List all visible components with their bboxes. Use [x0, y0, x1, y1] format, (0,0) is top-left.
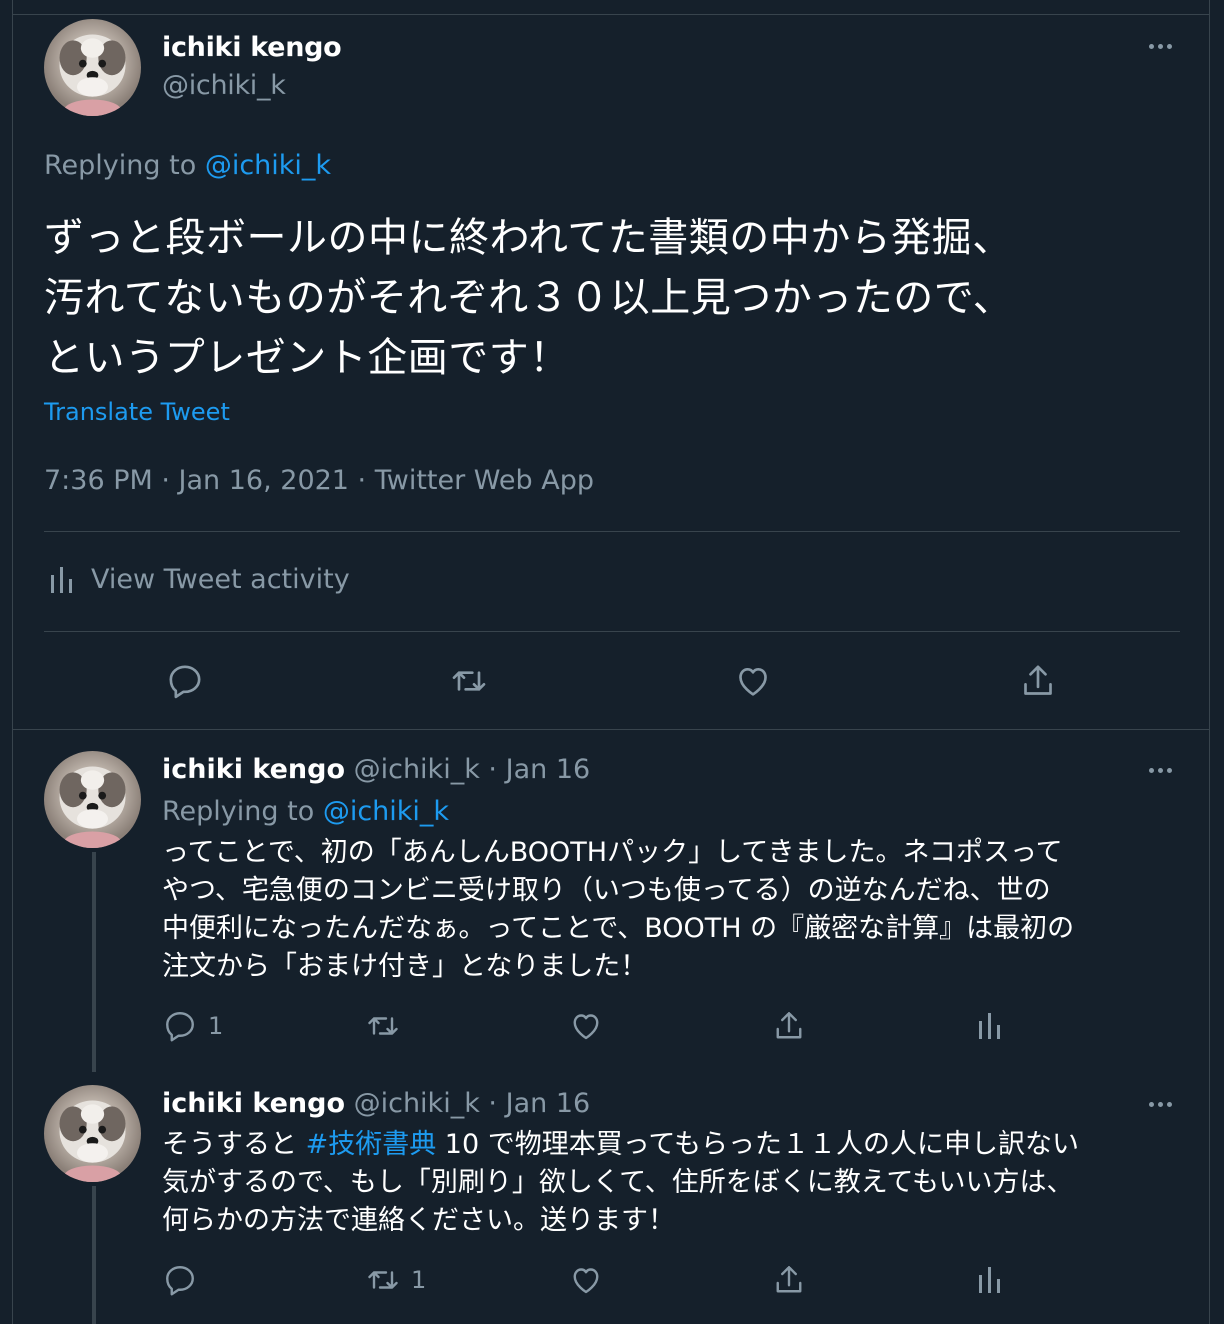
reply-header: ichiki kengo @ichiki_k · Jan 16	[162, 1088, 590, 1119]
replying-to: Replying to @ichiki_k	[44, 150, 331, 181]
reply-text-line: やつ、宅急便のコンビニ受け取り（いつも使ってる）の逆なんだね、世の	[162, 875, 1051, 906]
tweet-date[interactable]: Jan 16	[506, 1088, 591, 1119]
tweet-meta[interactable]: 7:36 PM · Jan 16, 2021 · Twitter Web App	[44, 465, 594, 496]
thread-line	[92, 852, 96, 1072]
divider	[44, 631, 1180, 632]
more-options-button[interactable]	[1143, 36, 1177, 56]
separator: ·	[488, 1088, 498, 1119]
reply-count: 1	[208, 1012, 224, 1040]
reply-text-line: 何らかの方法で連絡ください。送ります！	[162, 1205, 675, 1236]
hashtag-link[interactable]: #技術書典	[306, 1129, 437, 1160]
share-icon	[776, 1266, 802, 1293]
retweet-icon	[368, 1271, 398, 1289]
author-name[interactable]: ichiki kengo	[162, 32, 342, 63]
reply-text-line: そうすると #技術書典 10 で物理本買ってもらった１１人の人に申し訳ない	[162, 1126, 1182, 1164]
tweet-text-line: というプレゼント企画です！	[44, 335, 570, 381]
author-name[interactable]: ichiki kengo	[162, 754, 345, 785]
divider	[44, 531, 1180, 532]
like-button[interactable]	[733, 661, 773, 701]
like-button[interactable]	[568, 1262, 614, 1298]
reply-icon	[169, 665, 201, 699]
replying-to: Replying to @ichiki_k	[162, 796, 449, 827]
avatar[interactable]	[44, 751, 141, 848]
section-divider	[13, 729, 1209, 730]
avatar[interactable]	[44, 1085, 141, 1182]
more-icon	[1148, 43, 1154, 49]
author-handle[interactable]: @ichiki_k	[354, 1088, 480, 1119]
author-handle[interactable]: @ichiki_k	[354, 754, 480, 785]
reply-icon	[166, 1012, 194, 1042]
more-icon	[1148, 767, 1154, 773]
author-name[interactable]: ichiki kengo	[162, 1088, 345, 1119]
analytics-icon	[51, 566, 72, 593]
separator: ·	[488, 754, 498, 785]
replying-label: Replying to	[162, 796, 315, 827]
like-button[interactable]	[568, 1008, 614, 1044]
retweet-count: 1	[411, 1266, 427, 1294]
reply-header: ichiki kengo @ichiki_k · Jan 16	[162, 754, 590, 785]
reply-text: そうすると #技術書典 10 で物理本買ってもらった１１人の人に申し訳ない 気が…	[162, 1126, 1182, 1240]
analytics-button[interactable]	[977, 1264, 1003, 1296]
reply-text-line: 気がするので、もし「別刷り」欲しくて、住所をぼくに教えてもいい方は、	[162, 1167, 1074, 1198]
share-icon	[776, 1012, 802, 1039]
thread-line	[92, 1186, 96, 1324]
replying-handle-link[interactable]: @ichiki_k	[205, 150, 331, 181]
reply-text: ってことで、初の「あんしんBOOTHパック」してきました。ネコポスって やつ、宅…	[162, 834, 1182, 986]
share-button[interactable]	[771, 1008, 807, 1044]
tweet-date[interactable]: Jan 16	[506, 754, 591, 785]
tweet-text-line: 汚れてないものがそれぞれ３０以上見つかったので、	[44, 275, 1014, 321]
reply-text-segment: 10 で物理本買ってもらった１１人の人に申し訳ない	[436, 1129, 1080, 1160]
timeline-column: ichiki kengo @ichiki_k Replying to @ichi…	[12, 0, 1210, 1324]
retweet-button[interactable]: 1	[365, 1262, 426, 1298]
reply-text-line: 中便利になったんだなぁ。ってことで、BOOTH の『厳密な計算』は最初の	[162, 913, 1075, 944]
author-handle[interactable]: @ichiki_k	[162, 70, 286, 101]
more-options-button[interactable]	[1143, 1094, 1177, 1114]
reply-button[interactable]	[162, 1262, 208, 1298]
reply-button[interactable]: 1	[162, 1008, 223, 1044]
view-tweet-activity-label: View Tweet activity	[91, 564, 350, 595]
more-options-button[interactable]	[1143, 760, 1177, 780]
dog-avatar-icon	[59, 34, 126, 116]
view-tweet-activity[interactable]: View Tweet activity	[49, 564, 350, 595]
replying-label: Replying to	[44, 150, 197, 181]
like-icon	[573, 1014, 599, 1040]
retweet-icon	[368, 1017, 398, 1035]
reply-text-line: ってことで、初の「あんしんBOOTHパック」してきました。ネコポスって	[162, 837, 1063, 868]
share-icon	[1024, 665, 1052, 695]
replying-handle-link[interactable]: @ichiki_k	[323, 796, 449, 827]
more-icon	[1148, 1101, 1154, 1107]
reply-button[interactable]	[165, 661, 205, 701]
dog-avatar-icon	[59, 766, 126, 848]
retweet-icon	[452, 671, 486, 691]
reply-text-line: 注文から「おまけ付き」となりました！	[162, 951, 648, 982]
dog-avatar-icon	[59, 1100, 126, 1182]
tweet-text: ずっと段ボールの中に終われてた書類の中から発掘、 汚れてないものがそれぞれ３０以…	[44, 208, 1184, 388]
analytics-icon	[979, 1267, 1000, 1293]
analytics-icon	[979, 1013, 1000, 1039]
translate-tweet-link[interactable]: Translate Tweet	[44, 398, 230, 426]
analytics-button[interactable]	[977, 1010, 1003, 1042]
tweet-text-line: ずっと段ボールの中に終われてた書類の中から発掘、	[44, 215, 1013, 261]
reply-icon	[166, 1266, 194, 1296]
top-divider	[13, 14, 1209, 15]
like-icon	[739, 668, 767, 696]
reply-text-segment: そうすると	[162, 1129, 306, 1160]
like-icon	[573, 1268, 599, 1294]
retweet-button[interactable]	[365, 1008, 411, 1044]
share-button[interactable]	[771, 1262, 807, 1298]
share-button[interactable]	[1018, 661, 1058, 701]
avatar[interactable]	[44, 19, 141, 116]
retweet-button[interactable]	[449, 661, 489, 701]
